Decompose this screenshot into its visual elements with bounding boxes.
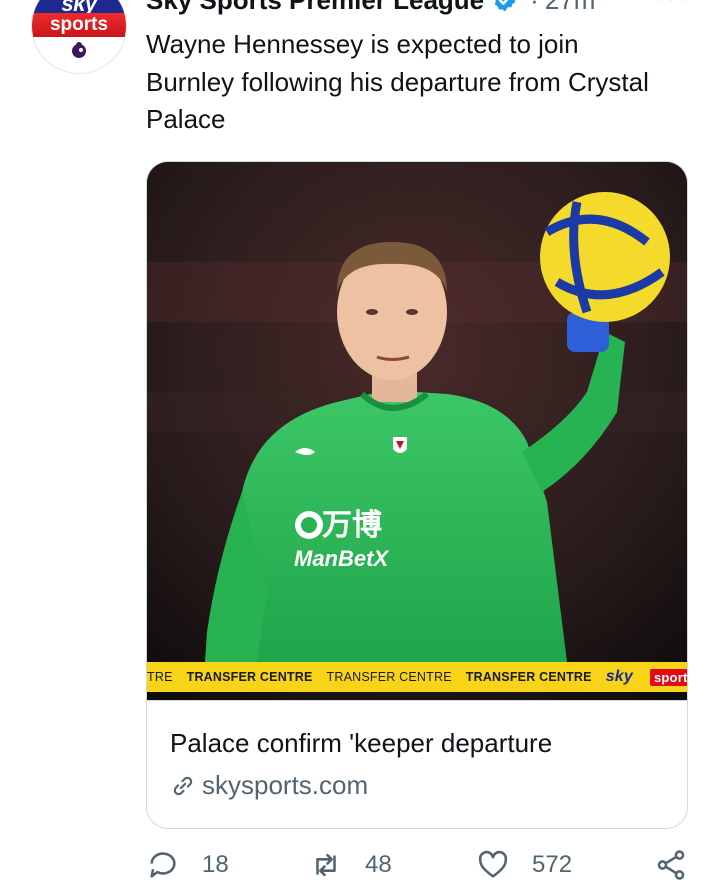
action-bar: 18 48 572 [146,848,691,878]
link-card[interactable]: 万博 ManBetX TRE TRANSFER CENTRE TRANSFER … [146,161,688,829]
sky-logo-text: sky [606,668,633,686]
card-image[interactable]: 万博 ManBetX TRE TRANSFER CENTRE TRANSFER … [147,162,687,700]
share-button[interactable] [654,848,710,882]
avatar-sports-text: sports [32,14,126,36]
card-domain: skysports.com [170,770,368,801]
card-domain-text: skysports.com [202,770,368,801]
account-name[interactable]: Sky Sports Premier League [146,0,484,16]
sports-logo-text: sports [650,669,687,686]
more-icon[interactable] [654,0,688,8]
retweet-button[interactable]: 48 [309,848,392,882]
link-icon [170,773,196,799]
jersey-sponsor-cn: 万博 [322,508,382,543]
separator-dot: · [530,0,539,16]
reply-count: 18 [202,851,229,879]
transfer-ticker: TRE TRANSFER CENTRE TRANSFER CENTRE TRAN… [147,662,687,692]
reply-icon [146,848,180,882]
jersey-sponsor: ManBetX [294,546,389,571]
sky-sports-logo: sky sports [606,668,687,686]
verified-icon [492,0,518,13]
card-meta[interactable]: Palace confirm 'keeper departure skyspor… [147,700,687,829]
retweet-count: 48 [365,851,392,879]
reply-button[interactable]: 18 [146,848,229,882]
tweet-text: Wayne Hennessey is expected to join Burn… [146,26,666,139]
share-icon [654,848,688,882]
like-count: 572 [532,851,572,879]
ticker-item: TRANSFER CENTRE [187,670,313,684]
like-icon [476,848,510,882]
retweet-icon [309,848,343,882]
card-title: Palace confirm 'keeper departure [170,728,552,759]
goalkeeper-photo: 万博 ManBetX [147,162,687,700]
like-button[interactable]: 572 [476,848,572,882]
ticker-item: TRANSFER CENTRE [466,670,592,684]
avatar[interactable]: sky sports [31,0,127,74]
ticker-item: TRE [147,670,173,684]
tweet-header: Sky Sports Premier League · 27m [146,0,595,17]
premier-league-lion-icon [70,41,88,59]
tweet-time[interactable]: 27m [545,0,596,16]
ticker-item: TRANSFER CENTRE [327,670,452,684]
